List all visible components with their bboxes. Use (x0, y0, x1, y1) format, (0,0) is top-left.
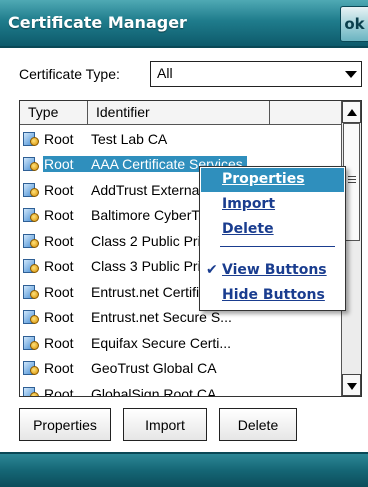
row-type: Root (44, 309, 74, 326)
context-menu: Properties Import Delete ✔ View Buttons … (199, 166, 346, 311)
certificate-type-label: Certificate Type: (19, 66, 120, 82)
checkmark-icon: ✔ (206, 262, 218, 278)
certificate-icon (23, 233, 39, 249)
column-header-type[interactable]: Type (20, 101, 88, 125)
row-identifier: GlobalSign Root CA (91, 385, 217, 397)
row-type: Root (44, 258, 74, 275)
properties-button[interactable]: Properties (19, 408, 111, 441)
grip-icon (348, 176, 356, 185)
menu-item-view-buttons[interactable]: ✔ View Buttons (201, 259, 344, 283)
column-header-empty (270, 101, 342, 125)
row-type: Root (43, 156, 85, 173)
import-button[interactable]: Import (123, 408, 207, 441)
menu-item-hide-buttons[interactable]: Hide Buttons (201, 284, 344, 308)
certificate-icon (23, 156, 39, 172)
list-header: Type Identifier (20, 101, 342, 125)
certificate-icon (23, 284, 39, 300)
table-row[interactable]: Root Equifax Secure Certi... (20, 330, 342, 356)
menu-item-hide-buttons-label: Hide Buttons (222, 287, 325, 303)
certificate-icon (23, 182, 39, 198)
menu-item-view-buttons-label: View Buttons (222, 262, 327, 278)
menu-item-delete[interactable]: Delete (201, 218, 344, 242)
certificate-icon (23, 131, 39, 147)
certificate-type-value: All (157, 65, 173, 81)
certificate-icon (23, 207, 39, 223)
row-type: Root (44, 385, 74, 397)
row-type: Root (44, 207, 74, 224)
row-type: Root (44, 232, 74, 249)
menu-item-properties[interactable]: Properties (201, 168, 344, 192)
row-type: Root (44, 360, 74, 377)
menu-item-import[interactable]: Import (201, 193, 344, 217)
certificate-icon (23, 335, 39, 351)
row-identifier: Test Lab CA (91, 130, 168, 147)
certificate-icon (23, 386, 39, 396)
certificate-icon (23, 309, 39, 325)
table-row[interactable]: Root GlobalSign Root CA (20, 381, 342, 397)
bottom-menu-bar (0, 452, 368, 487)
scroll-up-arrow-icon[interactable] (342, 101, 361, 123)
ok-button[interactable]: ok (340, 6, 368, 42)
table-row[interactable]: Root Test Lab CA (20, 126, 342, 152)
column-header-identifier[interactable]: Identifier (88, 101, 270, 125)
chevron-down-icon (345, 71, 357, 78)
certificate-type-dropdown[interactable]: All (150, 61, 362, 87)
menu-item-delete-label: Delete (222, 221, 274, 237)
row-identifier: Equifax Secure Certi... (91, 334, 232, 351)
menu-item-import-label: Import (222, 196, 276, 212)
table-row[interactable]: Root GeoTrust Global CA (20, 356, 342, 382)
certificate-icon (23, 258, 39, 274)
menu-item-properties-label: Properties (222, 171, 305, 187)
row-type: Root (44, 181, 74, 198)
row-type: Root (44, 334, 74, 351)
menu-separator (220, 246, 335, 247)
title-bar: Certificate Manager ok (0, 0, 368, 48)
delete-button[interactable]: Delete (219, 408, 297, 441)
window-title: Certificate Manager (8, 13, 187, 32)
certificate-icon (23, 360, 39, 376)
row-type: Root (44, 283, 74, 300)
row-type: Root (44, 130, 74, 147)
row-identifier: GeoTrust Global CA (91, 360, 217, 377)
scroll-down-arrow-icon[interactable] (342, 374, 361, 396)
row-identifier: Entrust.net Secure S... (91, 309, 232, 326)
